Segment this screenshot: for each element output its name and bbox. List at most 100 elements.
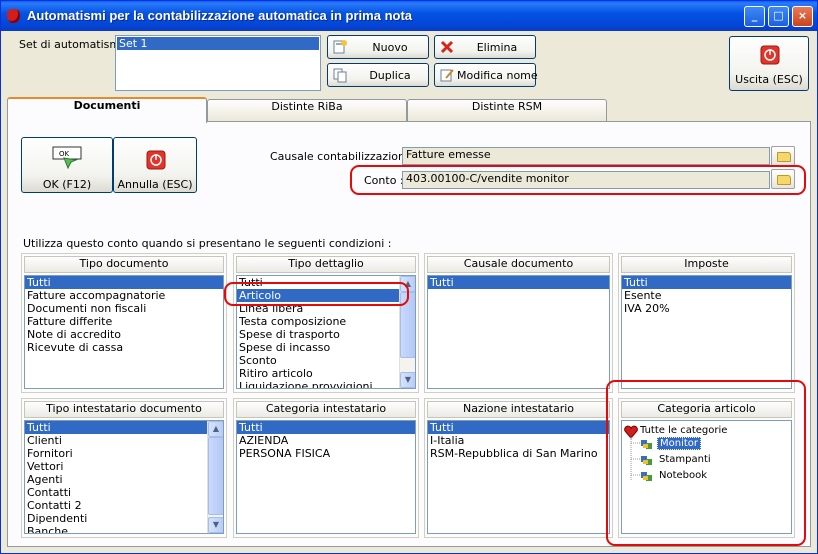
list-item[interactable]: IVA 20%: [622, 302, 791, 315]
maximize-button[interactable]: □: [768, 6, 789, 27]
list-item[interactable]: AZIENDA: [237, 434, 415, 447]
categoria-intestatario-group: Categoria intestatario Tutti AZIENDA PER…: [233, 398, 419, 538]
list-item[interactable]: Tutti: [428, 276, 609, 289]
list-item[interactable]: Fatture accompagnatorie: [25, 289, 223, 302]
list-item[interactable]: Note di accredito: [25, 328, 223, 341]
set-label: Set di automatismi :: [19, 38, 131, 51]
list-item[interactable]: Vettori: [25, 460, 223, 473]
ok-label: OK (F12): [42, 178, 92, 191]
causale-documento-list[interactable]: Tutti: [427, 275, 610, 389]
list-item[interactable]: Esente: [622, 289, 791, 302]
list-item[interactable]: Testa composizione: [237, 315, 415, 328]
list-item[interactable]: Fatture differite: [25, 315, 223, 328]
list-item[interactable]: Sconto: [237, 354, 415, 367]
duplica-label: Duplica: [369, 69, 411, 82]
new-document-icon: [333, 40, 347, 54]
causale-browse-button[interactable]: [771, 146, 795, 166]
articolo-highlight: [224, 282, 409, 306]
delete-x-icon: [440, 40, 454, 54]
scroll-thumb[interactable]: [208, 437, 223, 515]
annulla-button[interactable]: Annulla (ESC): [113, 137, 197, 193]
folder-icon: [777, 152, 791, 162]
close-button[interactable]: ×: [792, 6, 813, 27]
imposte-header: Imposte: [621, 256, 792, 273]
nazione-intestatario-group: Nazione intestatario Tutti I-Italia RSM-…: [424, 398, 613, 538]
duplica-button[interactable]: Duplica: [327, 63, 429, 87]
list-item[interactable]: Tutti: [25, 276, 223, 289]
tipo-dettaglio-group: Tipo dettaglio Tutti Articolo Linea libe…: [233, 253, 419, 393]
list-item[interactable]: Ritiro articolo: [237, 367, 415, 380]
nuovo-label: Nuovo: [372, 41, 408, 54]
tipo-documento-list[interactable]: Tutti Fatture accompagnatorie Documenti …: [24, 275, 224, 389]
conto-highlight: [350, 165, 806, 195]
set-listbox[interactable]: Set 1: [115, 35, 321, 91]
ok-button[interactable]: OK OK (F12): [21, 137, 113, 193]
list-item[interactable]: Tutti: [428, 421, 609, 434]
scroll-down-icon[interactable]: ▼: [400, 372, 415, 388]
list-item[interactable]: I-Italia: [428, 434, 609, 447]
causale-documento-header: Causale documento: [427, 256, 610, 273]
list-item[interactable]: Agenti: [25, 473, 223, 486]
list-item[interactable]: PERSONA FISICA: [237, 447, 415, 460]
uscita-button[interactable]: Uscita (ESC): [729, 36, 809, 91]
list-item[interactable]: Clienti: [25, 434, 223, 447]
list-item[interactable]: Dipendenti: [25, 512, 223, 525]
main-window: Automatismi per la contabilizzazione aut…: [0, 0, 818, 554]
imposte-list[interactable]: Tutti Esente IVA 20%: [621, 275, 792, 389]
list-item[interactable]: Documenti non fiscali: [25, 302, 223, 315]
tipo-intestatario-header: Tipo intestatario documento: [24, 401, 224, 418]
list-item[interactable]: Spese di incasso: [237, 341, 415, 354]
window-title: Automatismi per la contabilizzazione aut…: [27, 8, 413, 23]
minimize-button[interactable]: _: [744, 6, 765, 27]
list-item[interactable]: Contatti 2: [25, 499, 223, 512]
app-heart-icon: [7, 9, 20, 23]
causale-label: Causale contabilizzazione :: [270, 150, 419, 163]
nazione-intestatario-header: Nazione intestatario: [427, 401, 610, 418]
conditions-label: Utilizza questo conto quando si presenta…: [23, 237, 392, 250]
tipo-documento-header: Tipo documento: [24, 256, 224, 273]
documenti-panel: OK OK (F12) Annulla (ESC) Causale contab…: [7, 121, 811, 547]
scroll-up-icon[interactable]: ▲: [208, 421, 223, 437]
scrollbar[interactable]: ▲ ▼: [207, 421, 223, 533]
modifica-nome-button[interactable]: Modifica nome: [434, 63, 538, 87]
cancel-power-icon: [146, 150, 166, 170]
causale-field[interactable]: Fatture emesse: [402, 147, 770, 165]
list-item[interactable]: Liquidazione provvigioni: [237, 380, 415, 388]
annulla-label: Annulla (ESC): [117, 178, 193, 191]
list-item[interactable]: Fornitori: [25, 447, 223, 460]
tipo-dettaglio-header: Tipo dettaglio: [236, 256, 416, 273]
elimina-button[interactable]: Elimina: [434, 35, 536, 59]
scroll-down-icon[interactable]: ▼: [208, 517, 223, 533]
nuovo-button[interactable]: Nuovo: [327, 35, 429, 59]
tab-documenti[interactable]: Documenti: [7, 97, 207, 123]
categoria-articolo-highlight: [606, 380, 806, 546]
tipo-documento-group: Tipo documento Tutti Fatture accompagnat…: [21, 253, 227, 393]
list-item[interactable]: Tutti: [25, 421, 223, 434]
list-item[interactable]: Contatti: [25, 486, 223, 499]
nazione-intestatario-list[interactable]: Tutti I-Italia RSM-Repubblica di San Mar…: [427, 420, 610, 534]
uscita-label: Uscita (ESC): [735, 73, 803, 86]
elimina-label: Elimina: [476, 41, 518, 54]
ok-icon-text: OK: [59, 150, 70, 158]
list-item[interactable]: Tutti: [237, 421, 415, 434]
list-item[interactable]: Tutti: [622, 276, 791, 289]
ok-check-icon: OK: [52, 146, 82, 170]
causale-documento-group: Causale documento Tutti: [424, 253, 613, 393]
tipo-intestatario-list[interactable]: Tutti Clienti Fornitori Vettori Agenti C…: [24, 420, 224, 534]
imposte-group: Imposte Tutti Esente IVA 20%: [618, 253, 795, 393]
copy-icon: [333, 68, 347, 83]
title-bar[interactable]: Automatismi per la contabilizzazione aut…: [1, 1, 817, 31]
tab-distinte-riba[interactable]: Distinte RiBa: [207, 99, 407, 121]
modifica-label: Modifica nome: [457, 69, 538, 82]
list-item[interactable]: RSM-Repubblica di San Marino: [428, 447, 609, 460]
list-item[interactable]: Ricevute di cassa: [25, 341, 223, 354]
list-item[interactable]: Banche: [25, 525, 223, 533]
edit-icon: [440, 69, 454, 82]
tab-distinte-rsm[interactable]: Distinte RSM: [407, 99, 607, 121]
categoria-intestatario-header: Categoria intestatario: [236, 401, 416, 418]
list-item[interactable]: Set 1: [117, 37, 319, 50]
tipo-intestatario-group: Tipo intestatario documento Tutti Client…: [21, 398, 227, 538]
categoria-intestatario-list[interactable]: Tutti AZIENDA PERSONA FISICA: [236, 420, 416, 534]
exit-power-icon: [760, 45, 780, 65]
list-item[interactable]: Spese di trasporto: [237, 328, 415, 341]
